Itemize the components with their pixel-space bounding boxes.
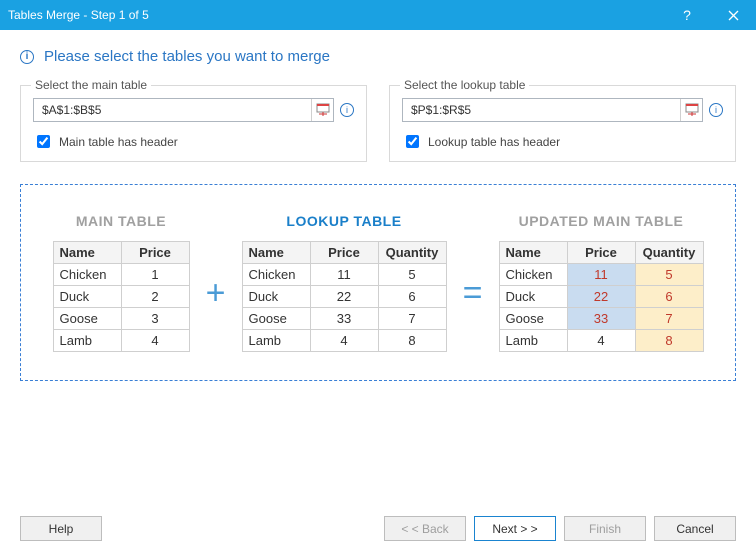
- table-cell: 22: [567, 286, 635, 308]
- table-cell: 7: [378, 308, 446, 330]
- table-cell: 6: [378, 286, 446, 308]
- table-row: Duck226: [242, 286, 446, 308]
- lookup-has-header-checkbox[interactable]: [406, 135, 419, 148]
- table-cell: 33: [310, 308, 378, 330]
- table-cell: 4: [121, 330, 189, 352]
- table-cell: 11: [567, 264, 635, 286]
- cancel-button[interactable]: Cancel: [654, 516, 736, 541]
- window-title: Tables Merge - Step 1 of 5: [8, 8, 664, 22]
- table-cell: 6: [635, 286, 703, 308]
- range-selector-icon: [685, 103, 699, 117]
- table-cell: 1: [121, 264, 189, 286]
- table-header-cell: Price: [567, 242, 635, 264]
- table-cell: 4: [567, 330, 635, 352]
- table-cell: Goose: [53, 308, 121, 330]
- table-cell: Duck: [53, 286, 121, 308]
- illustration-panel: MAIN TABLE NamePriceChicken1Duck2Goose3L…: [20, 184, 736, 381]
- main-has-header-row[interactable]: Main table has header: [33, 132, 354, 151]
- table-cell: 5: [635, 264, 703, 286]
- main-range-wrapper: [33, 98, 334, 122]
- info-icon[interactable]: i: [709, 103, 723, 117]
- footer-bar: Help < < Back Next > > Finish Cancel: [0, 504, 756, 555]
- table-row: Chicken115: [242, 264, 446, 286]
- table-row: Chicken115: [499, 264, 703, 286]
- main-table-select-panel: Select the main table i Main tab: [20, 85, 367, 162]
- titlebar-close-button[interactable]: [710, 0, 756, 30]
- table-cell: 22: [310, 286, 378, 308]
- table-cell: 2: [121, 286, 189, 308]
- table-header-cell: Quantity: [635, 242, 703, 264]
- next-button[interactable]: Next > >: [474, 516, 556, 541]
- instruction-row: i Please select the tables you want to m…: [20, 48, 736, 65]
- updated-table-title: UPDATED MAIN TABLE: [499, 213, 704, 229]
- titlebar-help-button[interactable]: ?: [664, 0, 710, 30]
- table-header-cell: Name: [242, 242, 310, 264]
- help-button[interactable]: Help: [20, 516, 102, 541]
- table-cell: Duck: [242, 286, 310, 308]
- lookup-range-collapse-button[interactable]: [680, 99, 702, 121]
- main-table-title: MAIN TABLE: [53, 213, 190, 229]
- title-bar: Tables Merge - Step 1 of 5 ?: [0, 0, 756, 30]
- table-row: Duck2: [53, 286, 189, 308]
- table-row: Lamb4: [53, 330, 189, 352]
- main-select-legend: Select the main table: [31, 78, 151, 92]
- lookup-table-title: LOOKUP TABLE: [242, 213, 447, 229]
- table-cell: Lamb: [242, 330, 310, 352]
- table-cell: Chicken: [53, 264, 121, 286]
- equals-icon: =: [459, 252, 487, 313]
- table-row: Chicken1: [53, 264, 189, 286]
- instruction-text: Please select the tables you want to mer…: [44, 48, 330, 65]
- illustration-updated-table: UPDATED MAIN TABLE NamePriceQuantityChic…: [499, 213, 704, 352]
- table-cell: Duck: [499, 286, 567, 308]
- table-row: Goose337: [499, 308, 703, 330]
- table-header-cell: Name: [53, 242, 121, 264]
- table-cell: Goose: [242, 308, 310, 330]
- table-row: Goose3: [53, 308, 189, 330]
- lookup-has-header-row[interactable]: Lookup table has header: [402, 132, 723, 151]
- table-cell: Goose: [499, 308, 567, 330]
- table-row: Lamb48: [499, 330, 703, 352]
- table-cell: 5: [378, 264, 446, 286]
- table-cell: 8: [378, 330, 446, 352]
- main-has-header-label: Main table has header: [59, 135, 178, 149]
- table-cell: 11: [310, 264, 378, 286]
- table-cell: 8: [635, 330, 703, 352]
- table-header-cell: Price: [121, 242, 189, 264]
- range-selector-icon: [316, 103, 330, 117]
- plus-icon: +: [202, 252, 230, 313]
- table-header-cell: Price: [310, 242, 378, 264]
- table-cell: 33: [567, 308, 635, 330]
- table-cell: 7: [635, 308, 703, 330]
- back-button[interactable]: < < Back: [384, 516, 466, 541]
- updated-table-grid: NamePriceQuantityChicken115Duck226Goose3…: [499, 241, 704, 352]
- table-cell: 4: [310, 330, 378, 352]
- main-has-header-checkbox[interactable]: [37, 135, 50, 148]
- main-range-collapse-button[interactable]: [311, 99, 333, 121]
- info-icon[interactable]: i: [340, 103, 354, 117]
- table-cell: Chicken: [242, 264, 310, 286]
- lookup-table-grid: NamePriceQuantityChicken115Duck226Goose3…: [242, 241, 447, 352]
- illustration-lookup-table: LOOKUP TABLE NamePriceQuantityChicken115…: [242, 213, 447, 352]
- table-cell: Lamb: [53, 330, 121, 352]
- main-range-input[interactable]: [34, 99, 311, 121]
- table-cell: Chicken: [499, 264, 567, 286]
- table-header-cell: Name: [499, 242, 567, 264]
- main-table-grid: NamePriceChicken1Duck2Goose3Lamb4: [53, 241, 190, 352]
- table-cell: Lamb: [499, 330, 567, 352]
- table-cell: 3: [121, 308, 189, 330]
- illustration-main-table: MAIN TABLE NamePriceChicken1Duck2Goose3L…: [53, 213, 190, 352]
- table-row: Lamb48: [242, 330, 446, 352]
- table-row: Duck226: [499, 286, 703, 308]
- table-header-cell: Quantity: [378, 242, 446, 264]
- info-icon: i: [20, 50, 34, 64]
- finish-button[interactable]: Finish: [564, 516, 646, 541]
- lookup-range-input[interactable]: [403, 99, 680, 121]
- lookup-has-header-label: Lookup table has header: [428, 135, 560, 149]
- table-row: Goose337: [242, 308, 446, 330]
- lookup-range-wrapper: [402, 98, 703, 122]
- lookup-table-select-panel: Select the lookup table i Lookup: [389, 85, 736, 162]
- lookup-select-legend: Select the lookup table: [400, 78, 529, 92]
